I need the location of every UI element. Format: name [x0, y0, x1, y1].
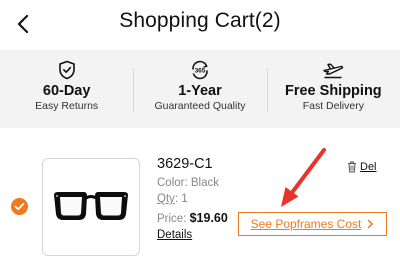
- header-bar: Shopping Cart(2): [0, 0, 400, 50]
- cart-item: 3629-C1 Color: Black Qty: 1 Price: $19.6…: [0, 128, 400, 260]
- benefit-title: 1-Year: [178, 83, 222, 99]
- benefit-returns: 60-Day Easy Returns: [0, 50, 133, 128]
- page-title-text: Shopping Cart: [119, 9, 255, 32]
- benefit-quality: 365 1-Year Guaranteed Quality: [133, 50, 266, 128]
- see-popframes-cost-button[interactable]: See Popframes Cost: [238, 212, 387, 236]
- details-link[interactable]: Details: [157, 229, 192, 241]
- item-price: Price: $19.60: [157, 211, 228, 225]
- qty-label[interactable]: Qty: [157, 193, 175, 205]
- benefit-shipping: Free Shipping Fast Delivery: [266, 50, 400, 128]
- benefit-title: Free Shipping: [284, 83, 382, 99]
- item-info: 3629-C1 Color: Black Qty: 1 Price: $19.6…: [157, 156, 228, 243]
- chevron-right-icon: [368, 219, 374, 229]
- 365-refresh-icon: 365: [189, 60, 211, 80]
- airplane-icon: [322, 60, 344, 80]
- benefit-subtitle: Fast Delivery: [302, 100, 364, 112]
- price-label: Price:: [157, 213, 190, 225]
- shield-check-icon: [56, 60, 78, 80]
- price-value: $19.60: [189, 211, 228, 225]
- delete-button[interactable]: Del: [347, 161, 377, 173]
- cart-count: (2): [254, 9, 281, 32]
- item-qty: Qty: 1: [157, 193, 228, 205]
- item-sku: 3629-C1: [157, 156, 213, 172]
- trash-icon: [348, 161, 356, 173]
- benefit-subtitle: Guaranteed Quality: [154, 100, 246, 112]
- benefits-band: 60-Day Easy Returns 365 1-Year Guarantee…: [0, 50, 400, 128]
- cost-button-label: See Popframes Cost: [250, 217, 362, 231]
- page-title: Shopping Cart(2): [0, 9, 400, 33]
- checkmark-icon: [14, 202, 25, 211]
- glasses-icon: [54, 192, 128, 220]
- benefit-subtitle: Easy Returns: [35, 100, 99, 112]
- delete-label: Del: [360, 161, 377, 173]
- item-color: Color: Black: [157, 177, 219, 189]
- product-thumbnail[interactable]: [42, 158, 140, 256]
- item-select-checkbox[interactable]: [11, 198, 28, 215]
- benefit-title: 60-Day: [42, 83, 91, 99]
- 365-icon-text: 365: [195, 67, 206, 74]
- qty-value: : 1: [174, 193, 188, 205]
